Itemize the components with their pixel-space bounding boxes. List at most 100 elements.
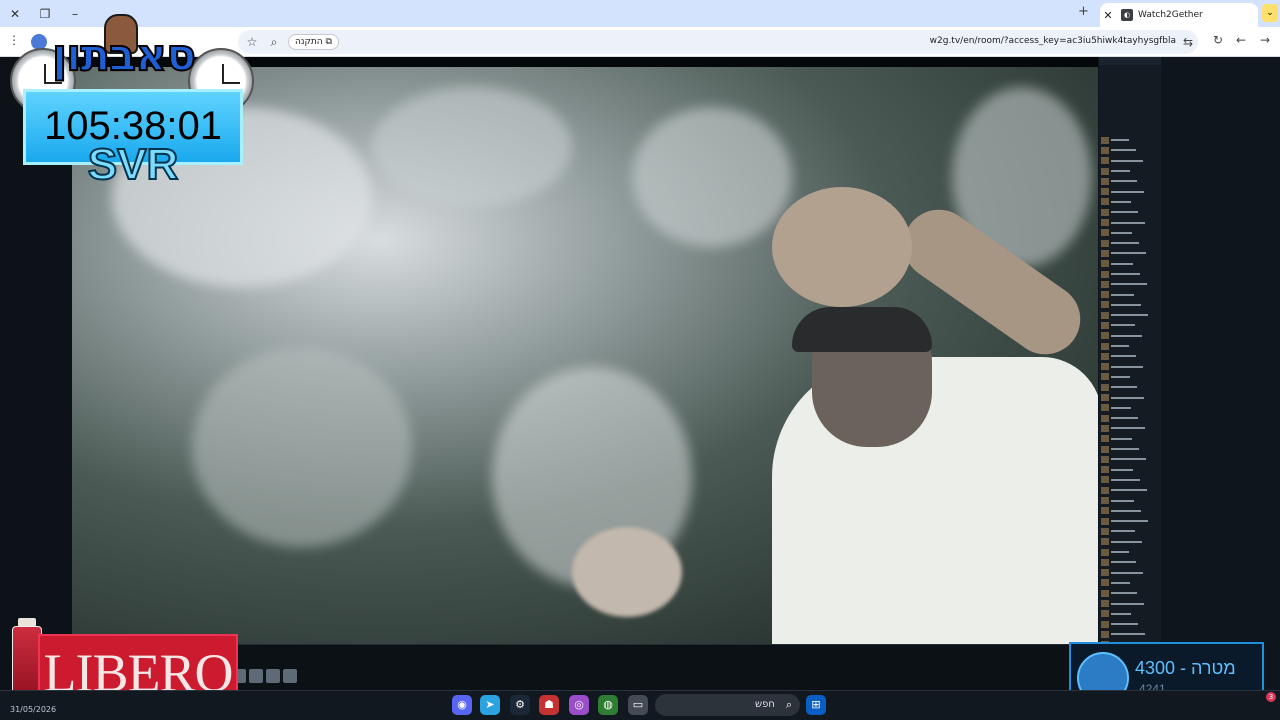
playlist-item[interactable] [1101,259,1151,269]
playlist-item[interactable] [1101,392,1151,402]
playlist-thumb [1101,414,1109,422]
playlist-item[interactable] [1101,300,1151,310]
playlist-item[interactable] [1101,320,1151,330]
playlist-item[interactable] [1101,413,1151,423]
playlist-item[interactable] [1101,567,1151,577]
reload-icon[interactable]: ↻ [1210,33,1226,47]
playlist-item[interactable] [1101,578,1151,588]
playlist-item[interactable] [1101,238,1151,248]
playlist-item[interactable] [1101,557,1151,567]
tab-watch2gether[interactable]: ✕ ◐ Watch2Gether [1100,3,1258,27]
playlist-item[interactable] [1101,269,1151,279]
playlist-item[interactable] [1101,588,1151,598]
playlist-item[interactable] [1101,331,1151,341]
playlist-item[interactable] [1101,382,1151,392]
playlist-item[interactable] [1101,526,1151,536]
file-explorer-icon[interactable]: ▭ [628,695,648,715]
playlist-item[interactable] [1101,516,1151,526]
menu-kebab-icon[interactable]: ⋮ [6,33,22,47]
telegram-icon[interactable]: ➤ [480,695,500,715]
discord-icon[interactable]: ◉ [452,695,472,715]
notification-badge[interactable]: 3 [1266,692,1276,702]
playlist-item[interactable] [1101,228,1151,238]
tab-search-chevron-icon[interactable]: ⌄ [1262,4,1278,22]
playlist-item[interactable] [1101,372,1151,382]
close-tab-icon[interactable]: ✕ [1100,9,1116,22]
install-app-button[interactable]: התקנה ⧉ [288,34,339,50]
chrome-icon[interactable]: ◍ [598,695,618,715]
restore-window-icon[interactable]: ❐ [36,5,54,23]
sidebar-header [1099,57,1161,65]
playlist-thumb [1101,373,1109,381]
bookmark-star-icon[interactable]: ☆ [244,35,260,49]
playlist-item[interactable] [1101,609,1151,619]
playlist-item[interactable] [1101,217,1151,227]
playlist-thumb [1101,136,1109,144]
playlist-thumb [1101,311,1109,319]
playlist-item[interactable] [1101,629,1151,639]
playlist-item[interactable] [1101,279,1151,289]
playlist-sidebar [1099,57,1161,690]
playlist-item[interactable] [1101,166,1151,176]
playlist-thumb [1101,497,1109,505]
back-arrow-icon[interactable]: ← [1233,33,1249,47]
app-icon[interactable]: ☗ [539,695,559,715]
zoom-search-icon[interactable]: ⌕ [266,35,282,50]
playlist-item[interactable] [1101,310,1151,320]
playlist-item[interactable] [1101,156,1151,166]
playlist-item[interactable] [1101,434,1151,444]
playlist-item[interactable] [1101,197,1151,207]
address-bar[interactable]: ☆ ⌕ התקנה ⧉ w2g.tv/en/room/?access_key=a… [238,30,1198,54]
playlist-item[interactable] [1101,135,1151,145]
playlist-title-line [1111,406,1131,409]
start-icon[interactable]: ⊞ [806,695,826,715]
close-window-icon[interactable]: ✕ [6,5,24,23]
playlist-title-line [1111,602,1144,605]
playlist-item[interactable] [1101,485,1151,495]
playlist-item[interactable] [1101,145,1151,155]
playlist-item[interactable] [1101,341,1151,351]
playlist-item[interactable] [1101,207,1151,217]
playlist-item[interactable] [1101,619,1151,629]
playlist-item[interactable] [1101,351,1151,361]
forward-arrow-icon[interactable]: → [1257,33,1273,47]
playlist-title-line [1111,170,1130,173]
playlist-item[interactable] [1101,506,1151,516]
playlist-item[interactable] [1101,362,1151,372]
playlist-item[interactable] [1101,547,1151,557]
steam-icon[interactable]: ⚙ [510,695,530,715]
playlist-item[interactable] [1101,444,1151,454]
playlist-item[interactable] [1101,423,1151,433]
playlist-item[interactable] [1101,186,1151,196]
playlist-item[interactable] [1101,403,1151,413]
obs-icon[interactable]: ◎ [569,695,589,715]
playlist-thumb [1101,188,1109,196]
playlist-thumb [1101,435,1109,443]
queue-thumb[interactable] [266,669,280,683]
playlist-thumb [1101,476,1109,484]
minimize-window-icon[interactable]: – [66,5,84,23]
playlist-thumb [1101,167,1109,175]
playlist-item[interactable] [1101,176,1151,186]
playlist-list [1101,135,1151,670]
playlist-title-line [1111,448,1139,451]
playlist-thumb [1101,517,1109,525]
playlist-item[interactable] [1101,465,1151,475]
video-subject-raised-hand [772,187,912,307]
playlist-title-line [1111,633,1145,636]
search-icon[interactable]: ⌕ [779,695,799,715]
site-settings-icon[interactable]: ⇆ [1180,35,1196,49]
playlist-item[interactable] [1101,289,1151,299]
playlist-item[interactable] [1101,537,1151,547]
playlist-item[interactable] [1101,454,1151,464]
playlist-thumb [1101,321,1109,329]
queue-thumb[interactable] [283,669,297,683]
playlist-item[interactable] [1101,598,1151,608]
playlist-item[interactable] [1101,495,1151,505]
playlist-item[interactable] [1101,248,1151,258]
queue-thumb[interactable] [249,669,263,683]
playlist-thumb [1101,342,1109,350]
playlist-thumb [1101,424,1109,432]
playlist-item[interactable] [1101,475,1151,485]
new-tab-button[interactable]: + [1078,4,1089,19]
